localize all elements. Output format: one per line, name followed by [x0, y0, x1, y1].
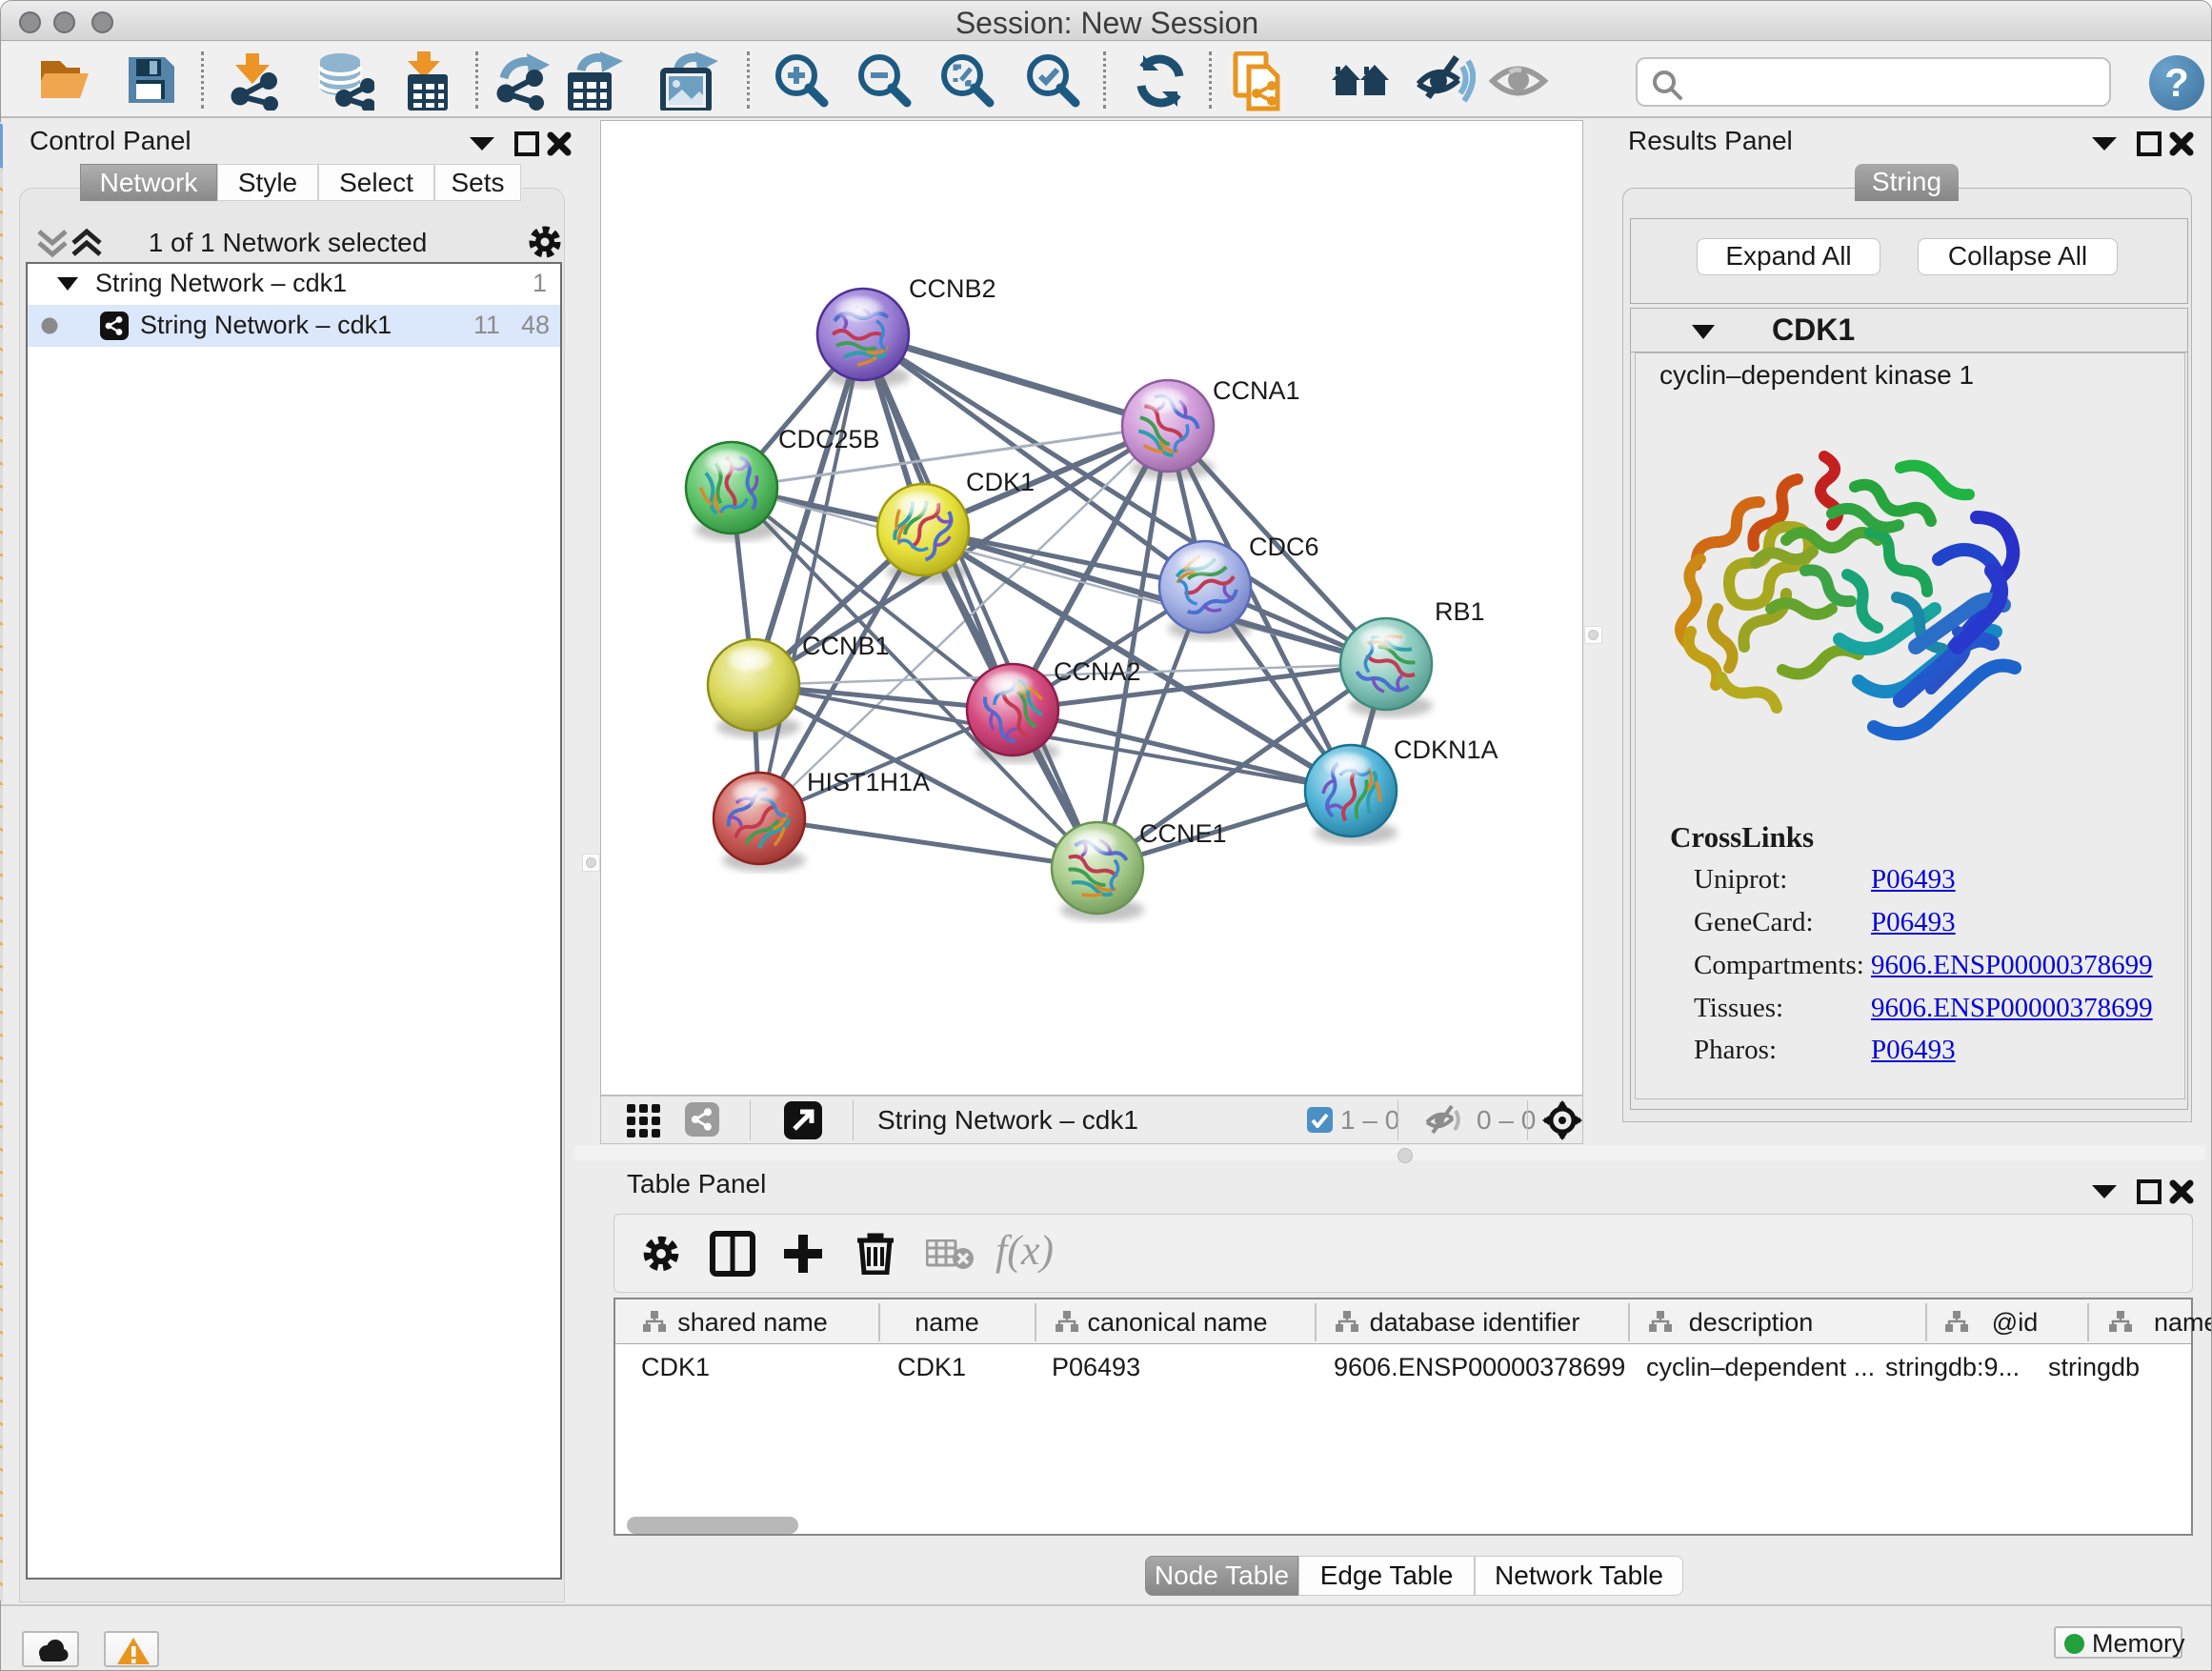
svg-text:CDC25B: CDC25B [778, 425, 880, 453]
svg-text:CDKN1A: CDKN1A [1394, 735, 1498, 764]
svg-text:RB1: RB1 [1435, 597, 1485, 626]
svg-text:CCNA1: CCNA1 [1213, 376, 1300, 405]
svg-text:CCNE1: CCNE1 [1139, 819, 1227, 848]
svg-text:CCNA2: CCNA2 [1054, 657, 1141, 686]
svg-text:HIST1H1A: HIST1H1A [807, 768, 930, 796]
svg-text:CCNB1: CCNB1 [802, 632, 890, 660]
svg-text:CDK1: CDK1 [966, 468, 1035, 496]
svg-text:CDC6: CDC6 [1249, 533, 1319, 561]
svg-text:CCNB2: CCNB2 [909, 274, 996, 303]
